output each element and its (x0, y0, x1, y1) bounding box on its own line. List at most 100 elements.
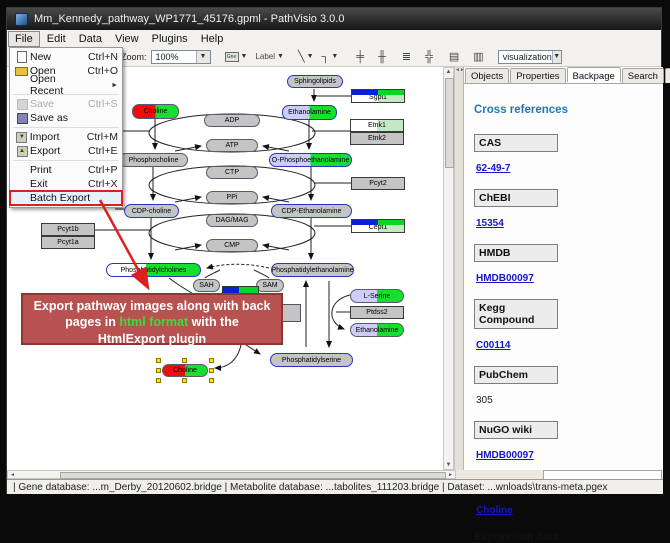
cas-link[interactable]: 62-49-7 (476, 163, 510, 174)
node-pisd-box[interactable] (281, 304, 301, 322)
node-l-serine[interactable]: L-Serine (350, 289, 404, 303)
node-atp[interactable]: ATP (206, 139, 258, 152)
node-ethanolamine-bottom[interactable]: Ethanolamine (350, 323, 404, 337)
node-ctp[interactable]: CTP (206, 166, 258, 179)
common-width-button[interactable]: ▤ (447, 49, 461, 64)
wikipedia-link[interactable]: Choline (476, 505, 513, 516)
distribute-vertical-button[interactable]: ╬ (423, 50, 435, 64)
align-center-button[interactable]: ╪ (354, 50, 366, 64)
canvas-horizontal-scrollbar[interactable]: ◄ ► (7, 470, 456, 479)
chevron-down-icon[interactable]: ▼ (331, 53, 338, 60)
line-tool-button[interactable]: ╲ ▼ (296, 49, 316, 64)
node-etnk2[interactable]: Etnk2 (350, 132, 404, 145)
tab-objects[interactable]: Objects (465, 68, 509, 83)
selection-handle[interactable] (156, 378, 161, 383)
visualization-combobox[interactable]: visualization ▼ (498, 50, 562, 64)
selection-handle[interactable] (156, 368, 161, 373)
connector-tool-button[interactable]: ┐ ▼ (320, 50, 341, 64)
node-etnk1[interactable]: Etnk1 (350, 119, 404, 132)
line-tool-icon: ╲ (298, 50, 305, 63)
kegg-link[interactable]: C00114 (476, 340, 510, 351)
chebi-link[interactable]: 15354 (476, 218, 504, 229)
scrollbar-thumb[interactable] (445, 78, 454, 168)
scroll-down-icon[interactable]: ▼ (444, 462, 453, 468)
canvas-vertical-scrollbar[interactable]: ▲ ▼ (443, 67, 454, 470)
node-phosphatidylcholines[interactable]: Phosphatidylcholines (106, 263, 201, 277)
add-datanode-button[interactable]: Gne ▼ (223, 51, 250, 63)
node-pcyt2[interactable]: Pcyt2 (351, 177, 405, 190)
node-phosphocholine[interactable]: Phosphocholine (119, 153, 188, 167)
chevron-down-icon[interactable]: ▼ (552, 51, 561, 63)
menu-help[interactable]: Help (195, 32, 230, 46)
node-dag-mag[interactable]: DAG/MAG (206, 214, 258, 227)
menu-view[interactable]: View (109, 32, 145, 46)
node-cdp-choline[interactable]: CDP-choline (124, 204, 179, 218)
menu-edit[interactable]: Edit (41, 32, 72, 46)
node-cept1[interactable]: Cept1 (351, 219, 405, 233)
node-choline-bottom[interactable]: Choline (162, 364, 208, 377)
add-label-button[interactable]: Label ▼ (253, 51, 286, 62)
nugo-link[interactable]: HMDB00097 (476, 450, 534, 461)
distribute-horizontal-button[interactable]: ≣ (400, 49, 413, 64)
node-cmp[interactable]: CMP (206, 239, 258, 252)
selection-handle[interactable] (209, 368, 214, 373)
node-ethanolamine-top[interactable]: Ethanolamine (282, 105, 337, 120)
node-cdp-ethanolamine[interactable]: CDP-Ethanolamine (271, 204, 352, 218)
status-text: | Gene database: ...m_Derby_20120602.bri… (13, 482, 607, 493)
selection-handle[interactable] (182, 358, 187, 363)
file-menu-save-as[interactable]: Save as (10, 111, 122, 125)
tab-backpage[interactable]: Backpage (567, 67, 621, 82)
node-sam[interactable]: SAM (256, 279, 284, 292)
node-ppi[interactable]: PPi (206, 191, 258, 204)
selection-handle[interactable] (182, 378, 187, 383)
chevron-down-icon[interactable]: ▼ (241, 53, 248, 60)
file-menu-print[interactable]: Print Ctrl+P (10, 163, 122, 177)
menu-separator (13, 160, 119, 161)
selection-handle[interactable] (209, 378, 214, 383)
zoom-combobox[interactable]: 100% ▼ (151, 50, 211, 64)
node-choline-top[interactable]: Choline (132, 104, 179, 119)
file-menu-export[interactable]: ▲ Export Ctrl+E (10, 144, 122, 158)
scroll-right-icon[interactable]: ► (448, 472, 453, 478)
hmdb-link[interactable]: HMDB00097 (476, 273, 534, 284)
node-sphingolipids[interactable]: Sphingolipids (287, 75, 343, 88)
file-menu-new[interactable]: New Ctrl+N (10, 50, 122, 64)
file-menu-import[interactable]: ▼ Import Ctrl+M (10, 130, 122, 144)
file-menu-batch-export[interactable]: Batch Export (10, 191, 122, 205)
file-menu-open-recent[interactable]: Open Recent ► (10, 78, 122, 92)
chevron-down-icon[interactable]: ▼ (307, 53, 314, 60)
align-middle-button[interactable]: ╫ (376, 50, 388, 64)
node-phosphatidylethanolamine[interactable]: Phosphatidylethanolamine (271, 263, 354, 277)
common-height-button[interactable]: ▥ (471, 49, 485, 64)
file-menu-exit[interactable]: Exit Ctrl+X (10, 177, 122, 191)
menu-plugins[interactable]: Plugins (146, 32, 194, 46)
tab-search[interactable]: Search (622, 68, 664, 83)
visualization-value: visualization (503, 52, 552, 62)
menu-file[interactable]: File (8, 31, 40, 47)
node-phosphatidylserine[interactable]: Phosphatidylserine (270, 353, 353, 367)
pubchem-value: 305 (476, 395, 493, 406)
menu-item-label: Print (30, 164, 88, 176)
save-icon (14, 99, 30, 110)
scrollbar-thumb[interactable] (60, 472, 446, 479)
node-sah[interactable]: SAH (193, 279, 220, 292)
node-o-phosphoethanolamine[interactable]: O-Phosphoethanolamine (269, 153, 352, 167)
chevron-down-icon[interactable]: ▼ (277, 53, 284, 60)
tab-properties[interactable]: Properties (510, 68, 565, 83)
menu-data[interactable]: Data (73, 32, 108, 46)
submenu-arrow-icon: ► (111, 82, 118, 89)
selection-handle[interactable] (156, 358, 161, 363)
scroll-up-icon[interactable]: ▲ (444, 69, 453, 75)
file-menu-save[interactable]: Save Ctrl+S (10, 97, 122, 111)
node-ptdss2[interactable]: Ptdss2 (350, 306, 404, 319)
node-sgpl1[interactable]: Sgpl1 (351, 89, 405, 103)
backpage-section-hmdb: HMDB HMDB00097 (474, 244, 653, 286)
tab-legend[interactable]: Legend (665, 68, 670, 83)
node-pcyt1b[interactable]: Pcyt1b (41, 223, 95, 236)
node-pcyt1a[interactable]: Pcyt1a (41, 236, 95, 249)
node-adp[interactable]: ADP (204, 114, 260, 127)
chevron-down-icon[interactable]: ▼ (196, 51, 210, 63)
selection-handle[interactable] (209, 358, 214, 363)
align-middle-icon: ╫ (378, 51, 386, 63)
scroll-left-icon[interactable]: ◄ (10, 472, 15, 478)
